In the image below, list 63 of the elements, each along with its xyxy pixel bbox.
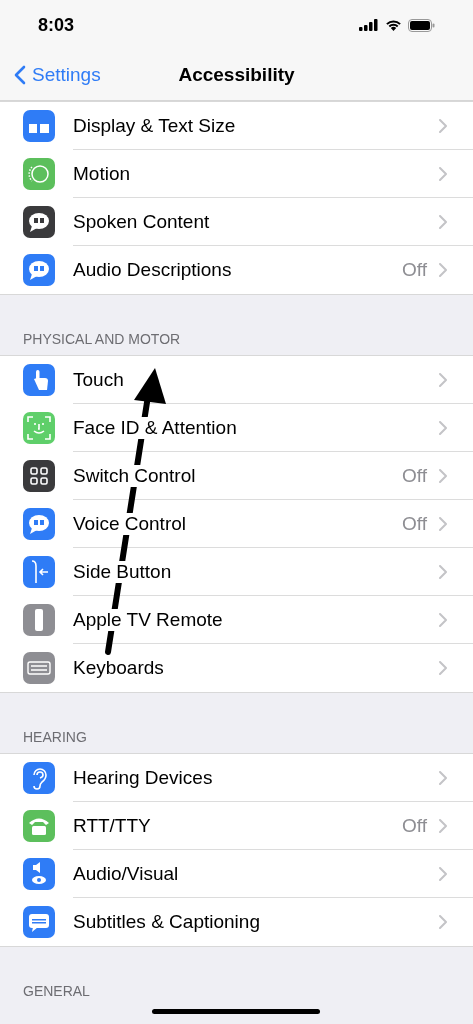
nav-title: Accessibility xyxy=(178,64,295,86)
row-label: Side Button xyxy=(73,560,172,583)
phone-icon xyxy=(23,810,55,842)
chevron-icon xyxy=(439,118,447,133)
settings-row[interactable]: Hearing Devices xyxy=(0,754,473,802)
settings-row[interactable]: Voice Control Off xyxy=(0,500,473,548)
row-label: Switch Control xyxy=(73,464,196,487)
settings-row[interactable]: Audio/Visual xyxy=(0,850,473,898)
settings-row[interactable]: Motion xyxy=(0,150,473,198)
caption-icon xyxy=(23,906,55,938)
section-header: HEARING xyxy=(23,729,87,745)
settings-row[interactable]: RTT/TTY Off xyxy=(0,802,473,850)
speech-bubble-icon xyxy=(23,508,55,540)
settings-row[interactable]: Audio Descriptions Off xyxy=(0,246,473,294)
chevron-icon xyxy=(439,214,447,229)
motion-icon xyxy=(23,158,55,190)
speech-bubble-icon xyxy=(23,206,55,238)
chevron-icon xyxy=(439,564,447,579)
section-header: PHYSICAL AND MOTOR xyxy=(23,331,181,347)
text-size-icon xyxy=(23,110,55,142)
chevron-icon xyxy=(439,770,447,785)
ear-icon xyxy=(23,762,55,794)
row-value: Off xyxy=(402,814,427,837)
settings-row[interactable]: Switch Control Off xyxy=(0,452,473,500)
back-button[interactable]: Settings xyxy=(0,64,105,86)
chevron-icon xyxy=(439,818,447,833)
row-label: Apple TV Remote xyxy=(73,608,223,631)
chevron-icon xyxy=(439,263,447,277)
section-header: GENERAL xyxy=(23,983,90,999)
back-icon xyxy=(14,65,26,85)
speaker-eye-icon xyxy=(23,858,55,890)
settings-row[interactable]: Display & Text Size xyxy=(0,102,473,150)
row-value: Off xyxy=(402,259,427,281)
chevron-icon xyxy=(439,612,447,627)
chevron-icon xyxy=(439,516,447,531)
keyboard-icon xyxy=(23,652,55,684)
speech-bubble-icon xyxy=(23,254,55,286)
row-label: Voice Control xyxy=(73,512,186,535)
settings-row[interactable]: Apple TV Remote xyxy=(0,596,473,644)
chevron-icon xyxy=(439,866,447,881)
chevron-icon xyxy=(439,468,447,483)
grid-icon xyxy=(23,460,55,492)
signal-icon xyxy=(359,19,379,31)
settings-row[interactable]: Keyboards xyxy=(0,644,473,692)
status-time: 8:03 xyxy=(38,14,75,36)
settings-row[interactable]: Subtitles & Captioning xyxy=(0,898,473,946)
battery-icon xyxy=(408,18,435,32)
remote-icon xyxy=(23,604,55,636)
side-button-icon xyxy=(23,556,55,588)
settings-row[interactable]: Spoken Content xyxy=(0,198,473,246)
settings-row[interactable]: Side Button xyxy=(0,548,473,596)
chevron-icon xyxy=(439,372,447,387)
chevron-icon xyxy=(439,420,447,435)
chevron-icon xyxy=(439,661,447,675)
row-label: Face ID & Attention xyxy=(73,416,237,439)
face-scan-icon xyxy=(23,412,55,444)
row-value: Off xyxy=(402,512,427,535)
wifi-icon xyxy=(385,19,402,31)
row-value: Off xyxy=(402,464,427,487)
hand-icon xyxy=(23,364,55,396)
chevron-icon xyxy=(439,915,447,929)
settings-row[interactable]: Face ID & Attention xyxy=(0,404,473,452)
chevron-icon xyxy=(439,166,447,181)
